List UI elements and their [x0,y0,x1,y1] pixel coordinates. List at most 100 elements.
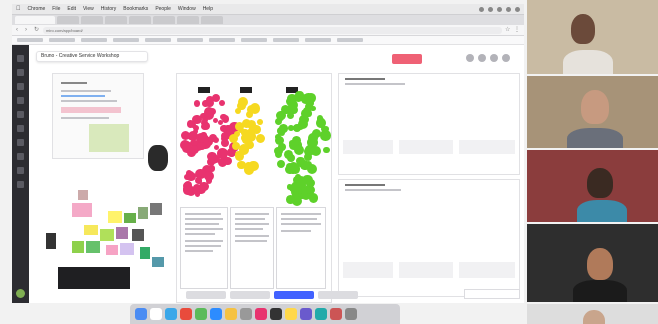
pink-bubble[interactable] [220,148,228,157]
bookmark-item[interactable] [17,38,43,42]
status-icon[interactable] [488,6,493,12]
green-bubble[interactable] [299,160,309,170]
menu-item-chrome[interactable]: Chrome [28,6,46,12]
finder-icon[interactable] [135,308,147,320]
green-bubble[interactable] [286,163,294,170]
menu-item-edit[interactable]: Edit [67,6,76,12]
bookmark-item[interactable] [337,38,363,42]
photo-card[interactable] [46,233,56,249]
browser-tab[interactable] [57,16,79,24]
green-bubble[interactable] [300,187,308,195]
yellow-bubble[interactable] [249,103,261,114]
avatar[interactable] [502,54,510,62]
pink-bubble[interactable] [182,143,192,153]
browser-tab[interactable] [201,16,223,24]
browser-tab[interactable] [81,16,103,24]
pink-bubble[interactable] [186,120,194,128]
pink-bubble[interactable] [196,178,203,184]
pink-bubble[interactable] [186,171,196,182]
green-bubble[interactable] [307,185,316,194]
photo-card[interactable] [152,257,164,267]
back-arrow-icon[interactable]: ‹ [16,27,22,33]
music-icon[interactable] [255,308,267,320]
terminal-icon[interactable] [270,308,282,320]
zoom-controls[interactable] [464,289,520,299]
sticky-note[interactable] [72,203,92,217]
text-tool-icon[interactable] [17,69,24,76]
battery-icon[interactable] [506,6,511,12]
pink-bubble[interactable] [193,100,201,107]
bookmark-item[interactable] [81,38,107,42]
apple-icon[interactable]:  [16,6,21,12]
sticky-note[interactable] [72,241,84,253]
reload-icon[interactable]: ↻ [34,27,40,33]
board-tab-active[interactable] [274,291,314,299]
green-bubble[interactable] [322,146,330,154]
pink-bubble[interactable] [180,130,190,140]
miro-icon[interactable] [285,308,297,320]
menu-item-bookmarks[interactable]: Bookmarks [123,6,148,12]
clock-icon[interactable] [515,6,520,12]
comment-tool-icon[interactable] [17,139,24,146]
shape-tool-icon[interactable] [17,97,24,104]
photo-card[interactable] [78,190,88,200]
pink-bubble[interactable] [203,171,214,182]
connector-tool-icon[interactable] [17,111,24,118]
bookmark-item[interactable] [273,38,299,42]
trash-icon[interactable] [345,308,357,320]
green-bubble[interactable] [278,142,286,151]
sticky-note[interactable] [124,213,136,223]
browser-tab[interactable] [153,16,175,24]
avatar[interactable] [490,54,498,62]
green-bubble[interactable] [320,130,331,141]
sticky-note[interactable] [100,229,114,241]
zoom-icon[interactable] [210,308,222,320]
analysis-frame-top[interactable] [338,73,520,175]
pink-bubble[interactable] [193,128,199,134]
bookmark-item[interactable] [177,38,203,42]
bookmark-item[interactable] [305,38,331,42]
chrome-icon[interactable] [180,308,192,320]
green-bubble[interactable] [305,95,313,104]
select-tool-icon[interactable] [17,55,24,62]
video-tile[interactable] [527,224,658,302]
pink-bubble[interactable] [212,118,218,124]
wifi-icon[interactable] [497,6,502,12]
browser-tab[interactable] [105,16,127,24]
photo-card[interactable] [138,207,148,219]
green-bubble[interactable] [305,103,312,110]
sticky-note[interactable] [120,243,134,255]
sticky-note[interactable] [108,211,122,223]
bookmark-star-icon[interactable]: ☆ [505,27,511,33]
green-bubble[interactable] [297,118,308,130]
share-button[interactable] [392,54,422,64]
sticky-note[interactable] [86,241,100,253]
sticky-note-tool-icon[interactable] [17,83,24,90]
notes-icon[interactable] [225,308,237,320]
video-tile[interactable] [527,0,658,74]
image-card[interactable] [89,124,129,152]
sticky-note[interactable] [106,245,118,255]
menu-item-file[interactable]: File [52,6,60,12]
address-bar[interactable]: miro.com/app/board/ [43,26,502,34]
notes-panel[interactable] [276,207,326,289]
avatar[interactable] [478,54,486,62]
intro-frame[interactable] [52,73,144,159]
status-icon[interactable] [479,6,484,12]
menu-item-history[interactable]: History [101,6,117,12]
board-tab[interactable] [230,291,270,299]
upload-tool-icon[interactable] [17,167,24,174]
green-bubble[interactable] [323,125,329,132]
yellow-bubble[interactable] [234,107,241,114]
menu-item-people[interactable]: People [155,6,171,12]
video-tile[interactable] [527,304,658,324]
pen-tool-icon[interactable] [17,125,24,132]
browser-tab[interactable] [129,16,151,24]
settings-icon[interactable] [240,308,252,320]
bookmark-item[interactable] [241,38,267,42]
browser-tab[interactable] [177,16,199,24]
green-bubble[interactable] [293,138,299,144]
yellow-bubble[interactable] [241,145,248,153]
bookmark-item[interactable] [145,38,171,42]
notes-panel[interactable] [230,207,274,289]
